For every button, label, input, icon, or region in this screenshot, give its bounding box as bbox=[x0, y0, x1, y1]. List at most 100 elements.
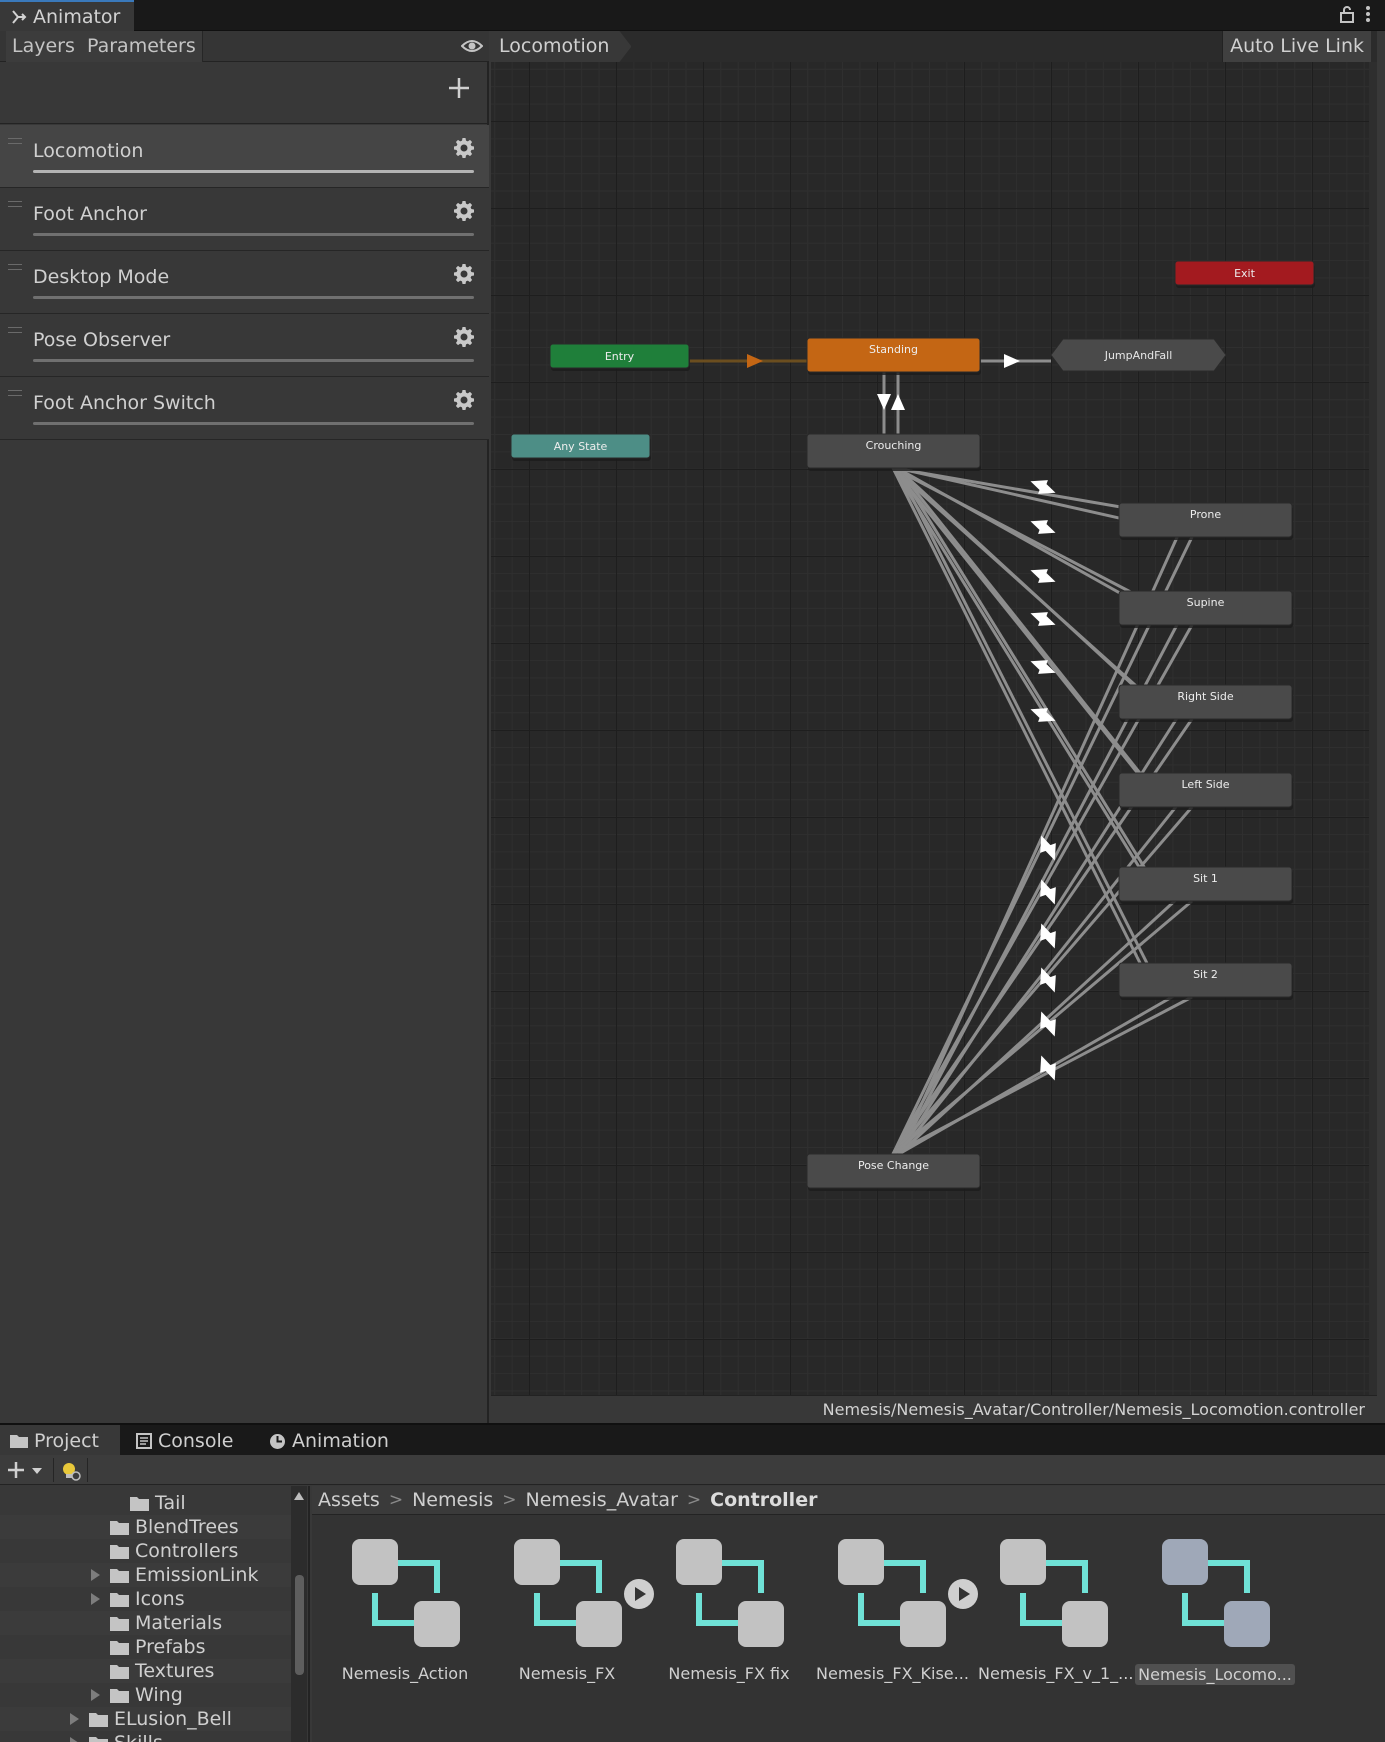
drag-handle-icon[interactable] bbox=[8, 138, 22, 144]
toolbar-divider bbox=[53, 1458, 54, 1482]
drag-handle-icon[interactable] bbox=[8, 264, 22, 270]
expand-arrow-icon[interactable] bbox=[70, 1737, 79, 1742]
state-sit2[interactable]: Sit 2 bbox=[1118, 962, 1293, 1000]
tree-item-label: Prefabs bbox=[135, 1636, 206, 1658]
tree-item[interactable]: Controllers bbox=[0, 1539, 292, 1563]
panel-toolbar: Layers Parameters bbox=[0, 31, 489, 62]
state-sit1[interactable]: Sit 1 bbox=[1118, 866, 1293, 904]
gear-icon[interactable] bbox=[453, 263, 475, 285]
scroll-up-icon[interactable] bbox=[294, 1492, 304, 1500]
drag-handle-icon[interactable] bbox=[8, 390, 22, 396]
gear-icon[interactable] bbox=[453, 137, 475, 159]
asset-controller-item[interactable]: Nemesis_Locomo... bbox=[1135, 1530, 1295, 1700]
gear-icon[interactable] bbox=[453, 389, 475, 411]
tree-item[interactable]: Textures bbox=[0, 1659, 292, 1683]
gear-icon[interactable] bbox=[453, 326, 475, 348]
animator-tab[interactable]: Animator bbox=[0, 0, 134, 31]
state-jump-and-fall[interactable]: JumpAndFall bbox=[1050, 338, 1227, 372]
tree-item[interactable]: Tail bbox=[0, 1491, 292, 1515]
expand-arrow-icon[interactable] bbox=[70, 1713, 79, 1725]
asset-label: Nemesis_Locomo... bbox=[1135, 1664, 1295, 1685]
asset-label: Nemesis_FX_Kise... bbox=[816, 1664, 969, 1683]
more-options-icon[interactable] bbox=[1365, 5, 1371, 23]
asset-controller-item[interactable]: Nemesis_Action bbox=[330, 1530, 480, 1700]
tab-console[interactable]: Console bbox=[126, 1425, 243, 1457]
crumb-assets[interactable]: Assets bbox=[318, 1489, 380, 1511]
add-layer-button[interactable] bbox=[445, 74, 473, 102]
tree-scrollbar[interactable] bbox=[291, 1486, 307, 1742]
breadcrumb-layer[interactable]: Locomotion bbox=[491, 31, 631, 62]
state-entry[interactable]: Entry bbox=[549, 343, 690, 371]
tab-animation[interactable]: Animation bbox=[259, 1425, 399, 1457]
lightbulb-icon[interactable] bbox=[61, 1461, 81, 1481]
layer-item[interactable]: Pose Observer bbox=[0, 314, 489, 377]
layer-name: Desktop Mode bbox=[33, 266, 170, 288]
state-prone[interactable]: Prone bbox=[1118, 502, 1293, 540]
layer-item[interactable]: Locomotion bbox=[0, 125, 489, 188]
state-left-side[interactable]: Left Side bbox=[1118, 772, 1293, 810]
play-icon[interactable] bbox=[623, 1578, 655, 1610]
transition-line[interactable] bbox=[891, 467, 1146, 876]
tree-item[interactable]: ELusion_Bell bbox=[0, 1707, 292, 1731]
expand-arrow-icon[interactable] bbox=[91, 1569, 100, 1581]
asset-controller-item[interactable]: Nemesis_FX fix bbox=[654, 1530, 804, 1700]
folder-icon bbox=[110, 1593, 129, 1607]
tree-item[interactable]: BlendTrees bbox=[0, 1515, 292, 1539]
animator-controller-icon bbox=[1000, 1539, 1108, 1647]
state-label: Supine bbox=[1187, 596, 1225, 609]
layer-item[interactable]: Foot Anchor Switch bbox=[0, 377, 489, 440]
state-any-state[interactable]: Any State bbox=[510, 433, 651, 461]
state-supine[interactable]: Supine bbox=[1118, 590, 1293, 628]
eye-icon[interactable] bbox=[461, 38, 483, 54]
animator-tab-label: Animator bbox=[33, 5, 121, 28]
state-pose-change[interactable]: Pose Change bbox=[806, 1153, 981, 1191]
gear-icon[interactable] bbox=[453, 200, 475, 222]
asset-controller-item[interactable]: Nemesis_FX bbox=[492, 1530, 654, 1700]
crumb-controller[interactable]: Controller bbox=[710, 1489, 817, 1511]
asset-label: Nemesis_Action bbox=[341, 1664, 469, 1683]
state-exit[interactable]: Exit bbox=[1174, 260, 1315, 288]
layer-item[interactable]: Foot Anchor bbox=[0, 188, 489, 251]
tab-layers[interactable]: Layers bbox=[6, 31, 82, 62]
tree-item-label: Controllers bbox=[135, 1540, 239, 1562]
tab-parameters[interactable]: Parameters bbox=[81, 31, 203, 62]
graph-canvas[interactable]: JumpAndFall Entry Exit Any State Standing Cro… bbox=[491, 31, 1377, 1423]
state-label: JumpAndFall bbox=[1104, 349, 1173, 362]
tree-item[interactable]: Materials bbox=[0, 1611, 292, 1635]
layer-weight-bar bbox=[33, 296, 474, 299]
tree-item[interactable]: Prefabs bbox=[0, 1635, 292, 1659]
state-label: Right Side bbox=[1177, 690, 1233, 703]
drag-handle-icon[interactable] bbox=[8, 327, 22, 333]
play-icon[interactable] bbox=[947, 1578, 979, 1610]
expand-arrow-icon[interactable] bbox=[91, 1689, 100, 1701]
asset-controller-item[interactable]: Nemesis_FX_v_1_... bbox=[978, 1530, 1133, 1700]
layer-item[interactable]: Desktop Mode bbox=[0, 251, 489, 314]
chevron-right-icon: > bbox=[502, 1490, 517, 1510]
asset-breadcrumb: Assets > Nemesis > Nemesis_Avatar > Cont… bbox=[312, 1486, 1385, 1515]
state-label: Sit 2 bbox=[1193, 968, 1218, 981]
tree-scroll-thumb[interactable] bbox=[295, 1575, 304, 1675]
tree-item[interactable]: EmissionLink bbox=[0, 1563, 292, 1587]
state-machine-graph[interactable]: JumpAndFall Entry Exit Any State Standing Cro… bbox=[491, 31, 1377, 1423]
state-label: Crouching bbox=[866, 439, 922, 452]
state-right-side[interactable]: Right Side bbox=[1118, 684, 1293, 722]
tree-item[interactable]: Icons bbox=[0, 1587, 292, 1611]
transition-arrow-icon bbox=[891, 394, 905, 410]
tree-item[interactable]: Wing bbox=[0, 1683, 292, 1707]
drag-handle-icon[interactable] bbox=[8, 201, 22, 207]
animator-controller-icon bbox=[352, 1539, 460, 1647]
add-layer-row bbox=[0, 62, 489, 124]
lock-icon[interactable] bbox=[1339, 5, 1355, 23]
tab-project[interactable]: Project bbox=[0, 1425, 120, 1457]
crumb-nemesis[interactable]: Nemesis bbox=[412, 1489, 493, 1511]
create-icon[interactable] bbox=[8, 1462, 44, 1478]
tree-item-label: EmissionLink bbox=[135, 1564, 259, 1586]
asset-controller-item[interactable]: Nemesis_FX_Kise... bbox=[816, 1530, 978, 1700]
crumb-nemesis-avatar[interactable]: Nemesis_Avatar bbox=[526, 1489, 678, 1511]
state-crouching[interactable]: Crouching bbox=[806, 433, 981, 471]
expand-arrow-icon[interactable] bbox=[91, 1593, 100, 1605]
state-standing[interactable]: Standing bbox=[806, 337, 981, 375]
auto-live-link-button[interactable]: Auto Live Link bbox=[1222, 31, 1371, 62]
tab-project-label: Project bbox=[34, 1430, 100, 1452]
tree-item[interactable]: Skills bbox=[0, 1731, 292, 1742]
